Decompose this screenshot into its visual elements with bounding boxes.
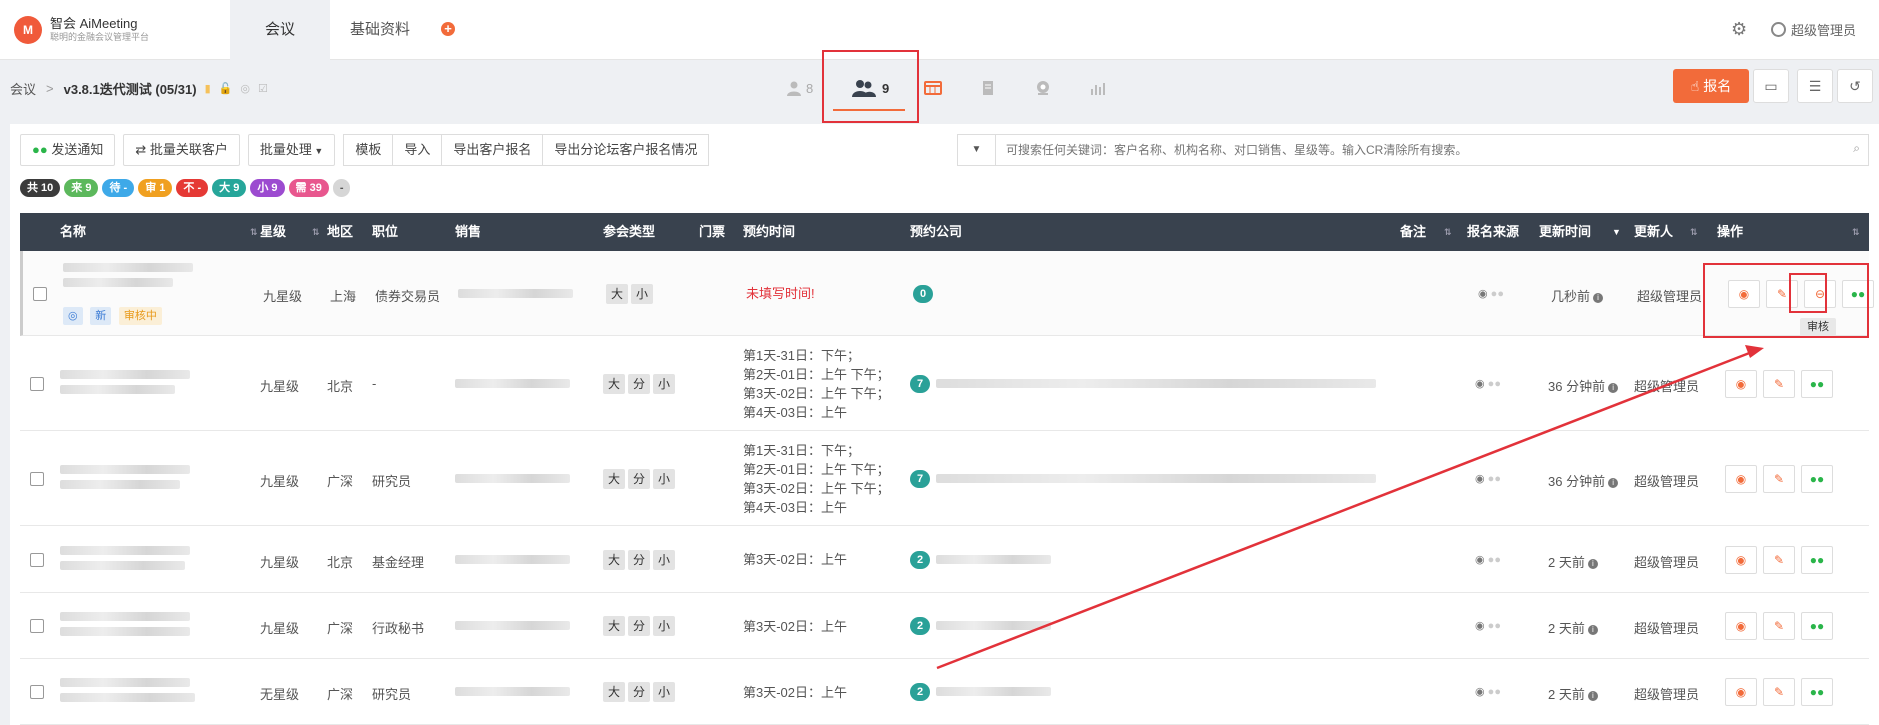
annotation-arrow [936, 345, 1764, 670]
